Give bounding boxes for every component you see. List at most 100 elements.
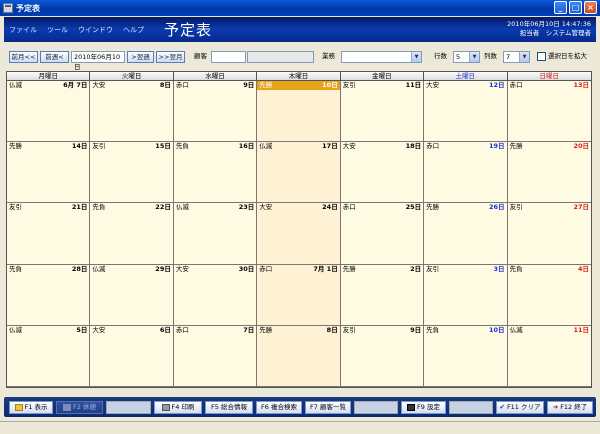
f7-customer-list-button[interactable]: F7 顧客一覧 [305,401,351,414]
f11-clear-button[interactable]: ✔ F11 クリア [496,401,544,414]
calendar-day-cell[interactable]: 先負 28日 [7,264,91,326]
chevron-down-icon: ▼ [469,52,479,62]
cols-select[interactable]: 7 ▼ [503,51,530,63]
calendar-day-cell[interactable]: 先勝 8日 [257,325,341,387]
calendar-day-cell[interactable]: 先勝 20日 [507,142,591,204]
f5-summary-button[interactable]: F5 総合情報 [205,401,253,414]
calendar-day-cell[interactable]: 先勝 10日 [257,81,341,143]
rokuyo-label: 大安 [175,264,189,273]
day-label: 赤口 7日 [174,326,256,335]
next-week-button[interactable]: >翌週 [127,51,154,63]
calendar-day-cell[interactable]: 大安 30日 [173,264,258,326]
day-label: 仏滅 17日 [257,142,339,151]
day-number: 28日 [71,264,88,273]
f4-print-button[interactable]: F4 印刷 [154,401,202,414]
day-label: 友引 9日 [341,326,423,335]
calendar-day-cell[interactable]: 先負 22日 [90,203,174,265]
rokuyo-label: 大安 [92,81,106,89]
weekday-header: 月曜日 [7,72,91,80]
day-number: 15日 [155,142,171,151]
day-number: 30日 [238,264,255,273]
calendar-day-cell[interactable]: 大安 24日 [257,203,341,265]
function-key-bar: F1 表示 F2 休憩 F4 印刷 F5 総合情報 F6 複合検索 F7 顧客一… [4,397,596,417]
prev-month-button[interactable]: 前月<< [9,51,38,63]
calendar-day-cell[interactable]: 友引 15日 [90,142,174,204]
calendar-day-cell[interactable]: 先負 10日 [424,325,508,387]
check-icon: ✔ [499,403,505,411]
calendar-day-cell[interactable]: 友引 27日 [507,203,591,265]
weekday-header: 金曜日 [340,72,425,80]
f9-settings-button[interactable]: F9 設定 [401,401,446,414]
calendar-grid: 仏滅 6月 7日 大安 8日 赤口 9日 先勝 10日 友引 11日 大安 12日 赤口 13日 先勝 14日… [7,81,591,387]
calendar-day-cell[interactable]: 大安 12日 [424,81,508,143]
day-number: 18日 [405,142,422,151]
calendar-day-cell[interactable]: 友引 9日 [340,325,425,387]
status-bar [0,421,600,434]
menu-window[interactable]: ウインドウ [78,25,113,35]
calendar-day-cell[interactable]: 赤口 7日 [173,325,258,387]
calendar-day-cell[interactable]: 先負 4日 [507,264,591,326]
business-label: 業務 [322,52,335,60]
app-header: ファイル ツール ウインドウ ヘルプ 予定表 2010年06月10日 14:47… [4,17,596,42]
maximize-button[interactable]: □ [569,1,582,14]
calendar-day-cell[interactable]: 友引 3日 [424,264,508,326]
calendar-day-cell[interactable]: 仏滅 11日 [507,325,591,387]
day-label: 先負 4日 [508,265,591,274]
business-select[interactable]: ▼ [341,51,422,63]
next-month-button[interactable]: >>翌月 [156,51,185,63]
f6-search-button[interactable]: F6 複合検索 [256,401,302,414]
prev-week-button[interactable]: 前週< [40,51,69,63]
calendar-day-cell[interactable]: 大安 6日 [90,325,174,387]
calendar-day-cell[interactable]: 仏滅 5日 [7,325,91,387]
rokuyo-label: 先勝 [259,325,273,334]
day-number: 12日 [489,81,505,89]
day-number: 6月 7日 [63,81,88,89]
calendar-day-cell[interactable]: 仏滅 6月 7日 [7,81,91,143]
chevron-down-icon: ▼ [519,52,529,62]
day-number: 22日 [155,203,171,212]
cols-label: 列数 [484,52,497,60]
day-number: 7日 [243,325,255,334]
customer-code-input[interactable] [211,51,246,63]
menu-tools[interactable]: ツール [47,25,68,35]
menu-file[interactable]: ファイル [9,25,37,35]
calendar-day-cell[interactable]: 赤口 9日 [173,81,258,143]
day-label: 友引 3日 [424,265,506,274]
f1-display-button[interactable]: F1 表示 [9,401,53,414]
date-input[interactable]: 2010年06月10日 [71,51,125,71]
rows-select[interactable]: 5 ▼ [453,51,480,63]
calendar-day-cell[interactable]: 友引 21日 [7,203,91,265]
exit-icon: ➜ [552,403,559,411]
f12-exit-button[interactable]: ➜ F12 終了 [547,401,593,414]
rokuyo-label: 仏滅 [9,325,22,334]
calendar-day-cell[interactable]: 大安 8日 [90,81,174,143]
calendar-day-cell[interactable]: 先勝 14日 [7,142,91,204]
minimize-button[interactable]: _ [554,1,567,14]
f11-label: F11 クリア [506,403,541,411]
calendar-day-cell[interactable]: 友引 11日 [340,81,425,143]
f2-break-button: F2 休憩 [56,401,103,414]
day-label: 友引 11日 [341,81,423,90]
calendar-day-cell[interactable]: 仏滅 29日 [90,264,174,326]
calendar-day-cell[interactable]: 赤口 7月 1日 [257,264,341,326]
rokuyo-label: 大安 [259,203,273,212]
day-number: 6日 [159,325,171,334]
day-label: 先負 22日 [90,203,172,212]
calendar-day-cell[interactable]: 仏滅 23日 [173,203,258,265]
weekday-header: 水曜日 [173,72,258,80]
close-button[interactable]: × [584,1,597,14]
calendar-day-cell[interactable]: 赤口 19日 [424,142,508,204]
day-label: 大安 30日 [174,265,256,274]
calendar-day-cell[interactable]: 先勝 26日 [424,203,508,265]
calendar-day-cell[interactable]: 赤口 25日 [340,203,425,265]
weekday-header: 火曜日 [90,72,174,80]
calendar-day-cell[interactable]: 大安 18日 [340,142,425,204]
rokuyo-label: 先勝 [426,203,440,212]
calendar-day-cell[interactable]: 先勝 2日 [340,264,425,326]
calendar-day-cell[interactable]: 赤口 13日 [507,81,591,143]
weekday-header-saturday: 土曜日 [424,72,508,80]
calendar-day-cell[interactable]: 仏滅 17日 [257,142,341,204]
calendar-day-cell[interactable]: 先負 16日 [173,142,258,204]
menu-help[interactable]: ヘルプ [123,25,144,35]
expand-checkbox[interactable] [537,52,546,61]
